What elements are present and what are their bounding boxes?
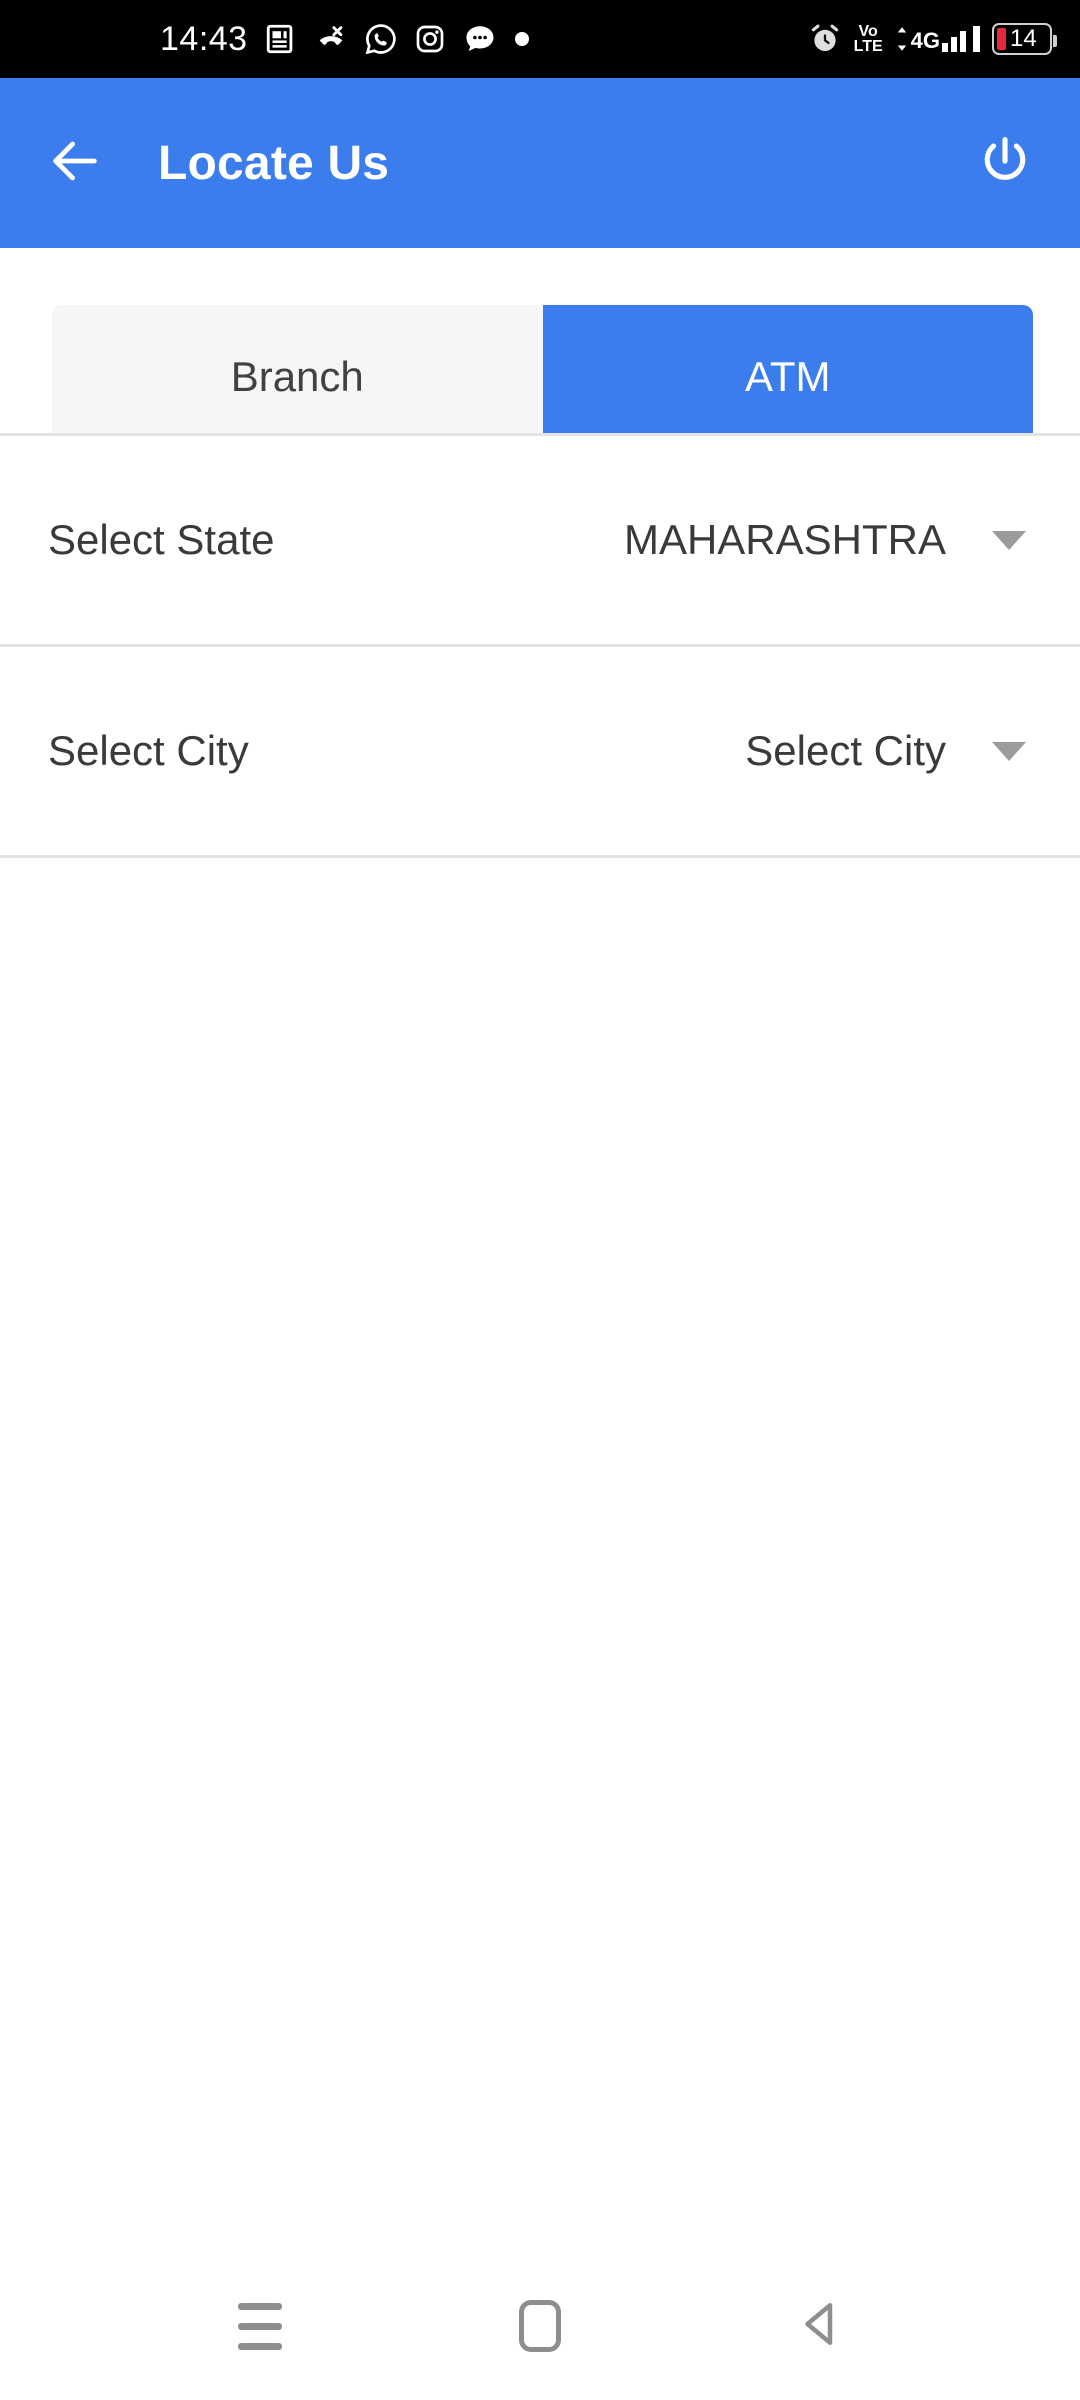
status-time: 14:43 — [160, 20, 248, 58]
tab-branch[interactable]: Branch — [52, 305, 543, 448]
back-arrow-icon — [46, 132, 104, 195]
instagram-icon — [414, 23, 446, 55]
dot-icon — [514, 31, 530, 47]
select-city-row[interactable]: Select City Select City — [0, 647, 1080, 855]
status-bar-right: Vo LTE 4G 14 — [808, 22, 1057, 56]
select-city-value: Select City — [745, 727, 946, 774]
select-state-control[interactable]: MAHARASHTRA — [274, 516, 1032, 564]
message-icon — [462, 21, 498, 57]
select-city-label: Select City — [48, 727, 249, 774]
select-state-value: MAHARASHTRA — [623, 516, 946, 563]
status-bar-left: 14:43 — [160, 21, 530, 57]
chevron-down-icon[interactable] — [992, 530, 1026, 550]
signal-bars-icon — [942, 26, 966, 52]
system-navigation-bar — [0, 2252, 1080, 2400]
recents-menu-icon — [238, 2302, 282, 2350]
back-triangle-icon — [790, 2294, 850, 2359]
missed-call-icon — [314, 22, 348, 56]
results-area — [0, 858, 1080, 2252]
volte-indicator: Vo LTE — [853, 23, 883, 55]
home-button[interactable] — [485, 2271, 595, 2381]
tab-group: Branch ATM — [52, 305, 1033, 448]
app-root: 14:43 Vo LTE 4G 14 Locate Us Branch ATM … — [0, 0, 1080, 2400]
battery-level-label: 14 — [1010, 25, 1037, 52]
select-city-control[interactable]: Select City — [249, 727, 1032, 775]
status-bar: 14:43 Vo LTE 4G 14 — [0, 0, 1080, 78]
select-state-label: Select State — [48, 516, 275, 563]
volte-line-2: LTE — [853, 38, 883, 55]
battery-indicator: 14 — [992, 23, 1057, 55]
page-title: Locate Us — [158, 136, 390, 190]
network-type-label: 4G — [910, 28, 940, 53]
home-icon — [519, 2300, 561, 2352]
locate-type-tabs: Branch ATM — [0, 248, 1080, 448]
logout-button[interactable] — [970, 128, 1040, 198]
alarm-icon — [808, 22, 842, 56]
system-back-button[interactable] — [765, 2271, 875, 2381]
volte-line-1: Vo — [858, 23, 878, 40]
back-button[interactable] — [40, 128, 110, 198]
tab-atm[interactable]: ATM — [542, 305, 1033, 448]
signal-bars-secondary-icon — [973, 26, 980, 52]
select-state-row[interactable]: Select State MAHARASHTRA — [0, 436, 1080, 644]
news-icon — [264, 22, 298, 56]
power-icon — [977, 133, 1033, 194]
app-bar: Locate Us — [0, 78, 1080, 248]
battery-fill — [997, 28, 1006, 50]
whatsapp-icon — [364, 22, 398, 56]
chevron-down-icon[interactable] — [992, 741, 1026, 761]
network-indicator: 4G — [895, 26, 980, 52]
data-transfer-icon — [895, 26, 909, 52]
recents-button[interactable] — [205, 2271, 315, 2381]
